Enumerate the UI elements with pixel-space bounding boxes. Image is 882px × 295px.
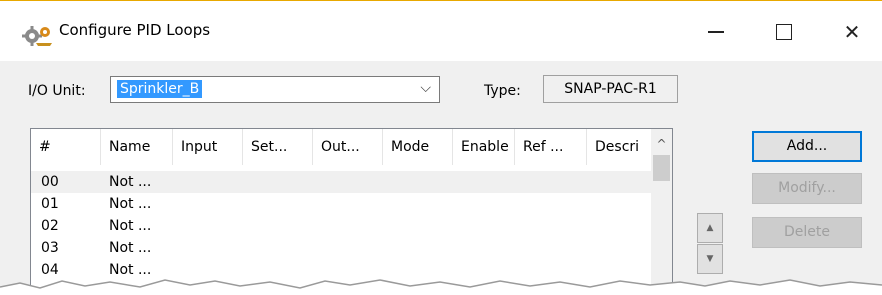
scroll-up-icon[interactable]: ^ (651, 137, 672, 151)
column-header-enable[interactable]: Enable (453, 129, 515, 165)
title-bar[interactable]: Configure PID Loops ✕ (0, 1, 882, 61)
io-unit-dropdown[interactable]: Sprinkler_B ⌵ (110, 76, 440, 103)
row-number: 03 (41, 240, 59, 256)
gear-icon (22, 26, 52, 46)
io-unit-value: Sprinkler_B (117, 80, 203, 98)
arrow-down-icon: ▼ (706, 254, 714, 264)
move-up-button[interactable]: ▲ (697, 213, 723, 243)
row-number: 02 (41, 218, 59, 234)
type-label: Type: (484, 83, 521, 99)
column-header-ref[interactable]: Ref ... (515, 129, 587, 165)
column-header-description[interactable]: Descri (587, 129, 651, 165)
maximize-button[interactable] (764, 15, 804, 49)
list-item[interactable]: 02 Not ... (31, 215, 651, 237)
type-value: SNAP-PAC-R1 (543, 75, 678, 103)
minimize-button[interactable] (696, 15, 736, 49)
minimize-icon (708, 31, 724, 33)
row-name: Not ... (109, 174, 152, 190)
list-item[interactable]: 03 Not ... (31, 237, 651, 259)
configure-pid-loops-dialog: Configure PID Loops ✕ I/O Unit: Sprinkle… (0, 0, 882, 295)
column-header-name[interactable]: Name (101, 129, 173, 165)
row-number: 01 (41, 196, 59, 212)
arrow-up-icon: ▲ (706, 223, 714, 233)
row-name: Not ... (109, 240, 152, 256)
maximize-icon (776, 24, 792, 40)
list-item[interactable]: 00 Not ... (31, 171, 651, 193)
torn-edge (0, 279, 882, 295)
column-header-output[interactable]: Out... (313, 129, 383, 165)
row-number: 00 (41, 174, 59, 190)
window-title: Configure PID Loops (59, 21, 211, 39)
close-button[interactable]: ✕ (832, 15, 872, 49)
scrollbar-thumb[interactable] (653, 155, 670, 181)
delete-button[interactable]: Delete (752, 217, 862, 248)
close-icon: ✕ (843, 20, 861, 44)
chevron-down-icon[interactable]: ⌵ (420, 80, 431, 96)
row-name: Not ... (109, 196, 152, 212)
modify-button[interactable]: Modify... (752, 173, 862, 204)
column-header-setpoint[interactable]: Set... (243, 129, 313, 165)
column-header-mode[interactable]: Mode (383, 129, 453, 165)
row-name: Not ... (109, 218, 152, 234)
list-item[interactable]: 01 Not ... (31, 193, 651, 215)
list-header: # Name Input Set... Out... Mode Enable R… (31, 129, 651, 165)
io-unit-label: I/O Unit: (28, 83, 86, 99)
column-header-number[interactable]: # (31, 129, 101, 165)
add-button[interactable]: Add... (752, 131, 862, 162)
column-header-input[interactable]: Input (173, 129, 243, 165)
